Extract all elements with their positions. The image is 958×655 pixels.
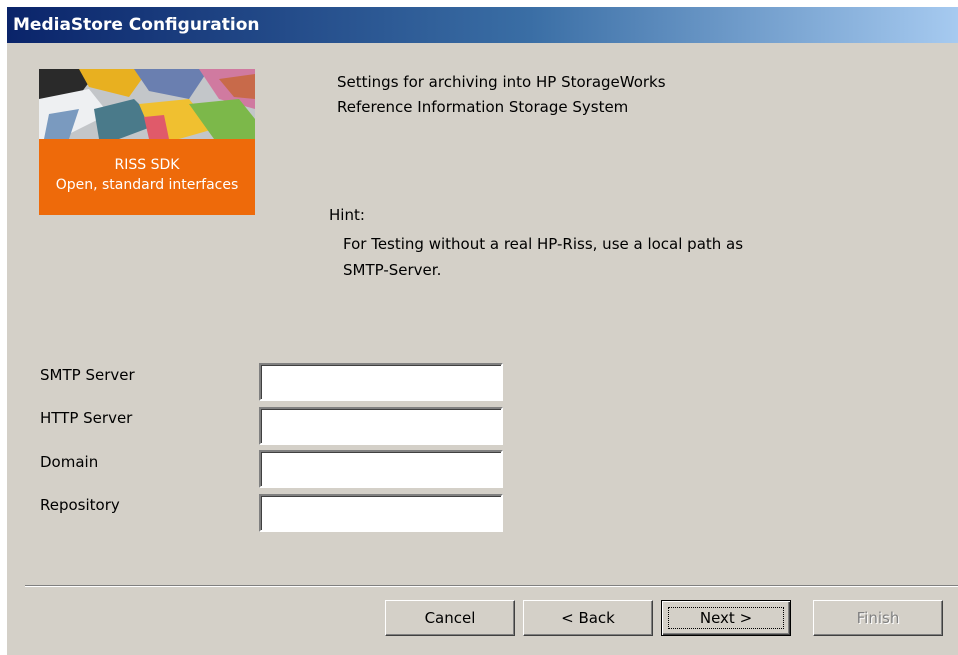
banner-caption: RISS SDK Open, standard interfaces: [39, 139, 255, 215]
http-server-label: HTTP Server: [40, 409, 133, 427]
domain-input[interactable]: [259, 450, 503, 488]
smtp-server-label: SMTP Server: [40, 366, 135, 384]
back-button-label: < Back: [561, 609, 615, 627]
hint-line2: SMTP-Server.: [343, 261, 442, 279]
repository-input[interactable]: [259, 494, 503, 532]
cancel-button[interactable]: Cancel: [385, 600, 515, 636]
hint-label: Hint:: [329, 206, 365, 224]
banner-caption-line1: RISS SDK: [114, 157, 180, 173]
riss-sdk-banner: RISS SDK Open, standard interfaces: [39, 69, 255, 215]
finish-button[interactable]: Finish: [813, 600, 943, 636]
title-bar: MediaStore Configuration: [7, 7, 958, 43]
domain-label: Domain: [40, 453, 99, 471]
http-server-input[interactable]: [259, 407, 503, 445]
intro-line2: Reference Information Storage System: [337, 98, 629, 116]
wizard-window: MediaStore Configuration RISS SDK Open, …: [6, 6, 958, 655]
banner-caption-line2: Open, standard interfaces: [55, 177, 239, 193]
smtp-server-input[interactable]: [259, 363, 503, 401]
intro-line1: Settings for archiving into HP StorageWo…: [337, 73, 666, 91]
repository-label: Repository: [40, 496, 120, 514]
banner-photo-graphic: [39, 69, 255, 139]
cancel-button-label: Cancel: [424, 609, 476, 627]
next-button[interactable]: Next >: [661, 600, 791, 636]
next-button-label: Next >: [699, 609, 753, 627]
hint-line1: For Testing without a real HP-Riss, use …: [343, 235, 744, 253]
window-title: MediaStore Configuration: [13, 15, 260, 35]
button-separator-highlight: [25, 586, 958, 587]
finish-button-label: Finish: [856, 609, 900, 627]
back-button[interactable]: < Back: [523, 600, 653, 636]
